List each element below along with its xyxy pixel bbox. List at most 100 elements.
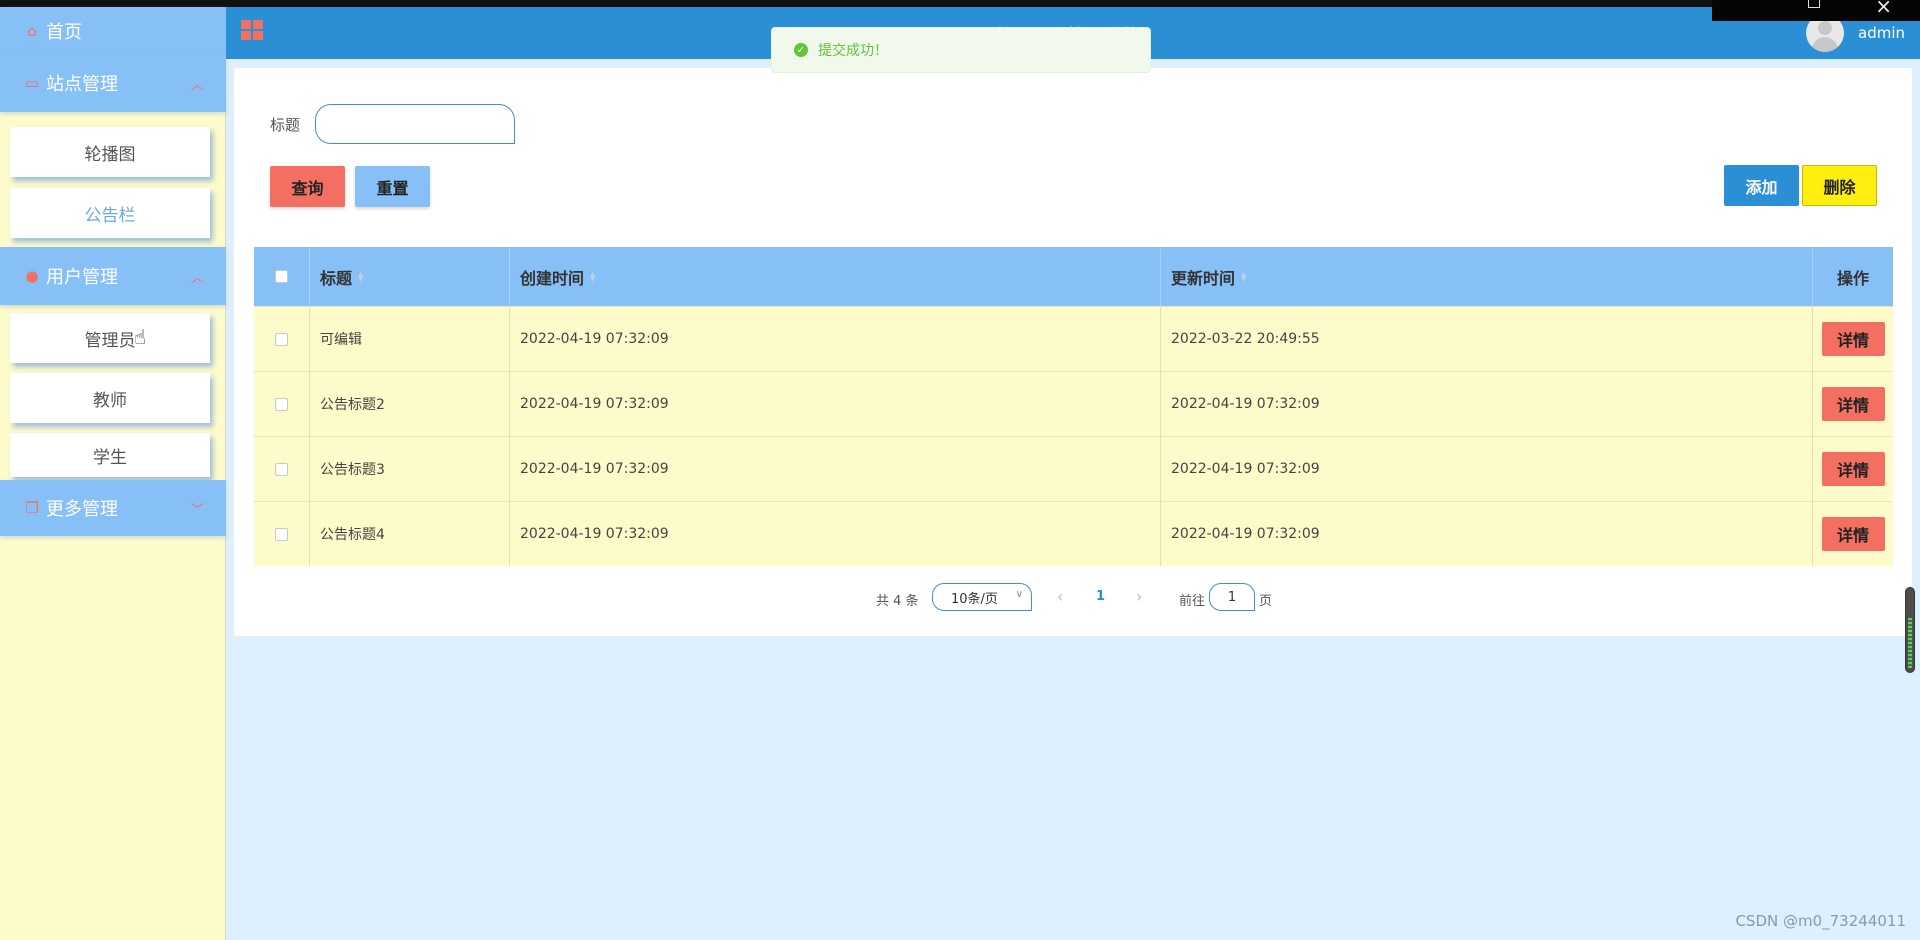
reset-button[interactable]: 重置: [355, 166, 430, 207]
next-page-icon[interactable]: ›: [1136, 587, 1142, 606]
sidebar-group-label: 用户管理: [46, 267, 118, 288]
page-suffix: 页: [1259, 594, 1273, 609]
row-select-cell: [254, 307, 310, 371]
sort-icon[interactable]: ▲ ▼: [1241, 270, 1246, 282]
sidebar-group-label: 更多管理: [46, 499, 118, 520]
table-row: 公告标题4 2022-04-19 07:32:09 2022-04-19 07:…: [254, 501, 1893, 566]
add-button[interactable]: 添加: [1724, 165, 1799, 206]
row-select-cell: [254, 437, 310, 501]
cell-updated: 2022-04-19 07:32:09: [1161, 502, 1813, 566]
monitor-icon: ▭: [24, 74, 40, 92]
sidebar-item-label: 教师: [93, 390, 127, 411]
title-search-input[interactable]: [315, 104, 515, 144]
select-all-checkbox[interactable]: [275, 270, 288, 283]
check-circle-icon: ✓: [794, 43, 808, 57]
cell-action: 详情: [1813, 307, 1893, 371]
chevron-up-icon: ︿: [190, 77, 204, 93]
row-checkbox[interactable]: [275, 462, 288, 476]
query-button[interactable]: 查询: [270, 166, 345, 207]
home-icon: ⌂: [27, 21, 37, 40]
goto-page-input[interactable]: 1: [1209, 583, 1255, 611]
main-panel: 标题 查询 重置 添加 删除 标题 ▲ ▼ 创建时间 ▲ ▼ 更新时间 ▲ ▼ 操作 可编辑…: [234, 68, 1912, 636]
row-select-cell: [254, 502, 310, 566]
column-header-created[interactable]: 创建时间 ▲ ▼: [510, 247, 1161, 306]
column-header-action: 操作: [1813, 247, 1893, 306]
chevron-down-icon: ﹀: [190, 502, 204, 518]
sidebar-item-home[interactable]: ⌂ 首页: [0, 7, 226, 54]
menu-grid-icon[interactable]: [241, 20, 263, 40]
cell-action: 详情: [1813, 372, 1893, 436]
toast-message: 提交成功！: [818, 43, 888, 59]
cell-created: 2022-04-19 07:32:09: [510, 307, 1161, 371]
cell-created: 2022-04-19 07:32:09: [510, 437, 1161, 501]
sidebar-item-label: 管理员: [84, 330, 136, 351]
column-header-title[interactable]: 标题 ▲ ▼: [310, 247, 510, 306]
chevron-up-icon: ︿: [190, 270, 204, 286]
username[interactable]: admin: [1858, 24, 1905, 42]
column-label: 更新时间: [1171, 268, 1236, 288]
detail-button[interactable]: 详情: [1821, 452, 1885, 486]
sidebar-group-site[interactable]: ▭ 站点管理 ︿: [0, 54, 226, 112]
sidebar-group-label: 站点管理: [46, 74, 118, 95]
sort-icon[interactable]: ▲ ▼: [358, 270, 363, 282]
sidebar-item-admin[interactable]: 管理员: [10, 313, 210, 363]
page-number[interactable]: 1: [1096, 589, 1105, 604]
cell-created: 2022-04-19 07:32:09: [510, 372, 1161, 436]
sidebar: ⌂ 首页 ▭ 站点管理 ︿ 轮播图 公告栏 ● 用户管理 ︿ 管理员 教师 学生…: [0, 7, 226, 940]
column-label: 创建时间: [520, 268, 585, 288]
user-icon: ●: [25, 267, 39, 285]
column-label: 标题: [320, 268, 353, 288]
notice-table: 标题 ▲ ▼ 创建时间 ▲ ▼ 更新时间 ▲ ▼ 操作 可编辑 2022-04-19 07:…: [254, 247, 1893, 566]
sidebar-item-student[interactable]: 学生: [10, 433, 210, 477]
sidebar-item-carousel[interactable]: 轮播图: [10, 127, 210, 177]
window-controls: ×: [1712, 0, 1920, 21]
success-toast: ✓ 提交成功！: [771, 27, 1151, 73]
table-row: 公告标题2 2022-04-19 07:32:09 2022-04-19 07:…: [254, 371, 1893, 436]
search-label: 标题: [270, 116, 301, 134]
page-size-select[interactable]: 10条/页 ∨: [932, 583, 1032, 611]
window-top-strip: [0, 0, 1920, 7]
cell-title: 公告标题3: [310, 437, 510, 501]
cell-action: 详情: [1813, 437, 1893, 501]
select-all-cell: [254, 247, 310, 306]
cell-title: 公告标题4: [310, 502, 510, 566]
sidebar-item-notice[interactable]: 公告栏: [10, 188, 210, 238]
cell-updated: 2022-04-19 07:32:09: [1161, 372, 1813, 436]
total-count: 共 4 条: [876, 594, 919, 609]
sidebar-item-teacher[interactable]: 教师: [10, 373, 210, 423]
cell-updated: 2022-03-22 20:49:55: [1161, 307, 1813, 371]
restore-icon[interactable]: [1808, 0, 1820, 8]
row-checkbox[interactable]: [275, 527, 288, 541]
goto-label: 前往: [1179, 594, 1206, 609]
cell-title: 公告标题2: [310, 372, 510, 436]
detail-button[interactable]: 详情: [1821, 517, 1885, 551]
sidebar-group-users[interactable]: ● 用户管理 ︿: [0, 247, 226, 305]
delete-button[interactable]: 删除: [1802, 165, 1877, 206]
prev-page-icon[interactable]: ‹: [1057, 587, 1063, 606]
scroll-handle[interactable]: [1905, 587, 1915, 673]
row-checkbox[interactable]: [275, 397, 288, 411]
copy-icon: ❐: [25, 499, 39, 517]
detail-button[interactable]: 详情: [1821, 322, 1885, 356]
chevron-down-icon: ∨: [1015, 589, 1023, 600]
sort-icon[interactable]: ▲ ▼: [590, 270, 595, 282]
table-header: 标题 ▲ ▼ 创建时间 ▲ ▼ 更新时间 ▲ ▼ 操作: [254, 247, 1893, 306]
cell-title: 可编辑: [310, 307, 510, 371]
mouse-cursor-icon: ☝: [134, 325, 147, 349]
sidebar-item-label: 轮播图: [84, 144, 136, 165]
pagination: 共 4 条 10条/页 ∨ ‹ 1 › 前往 1 页: [234, 583, 1912, 613]
cell-action: 详情: [1813, 502, 1893, 566]
column-header-updated[interactable]: 更新时间 ▲ ▼: [1161, 247, 1813, 306]
page-size-value: 10条/页: [951, 591, 998, 607]
row-select-cell: [254, 372, 310, 436]
column-label: 操作: [1836, 268, 1869, 288]
sidebar-item-label: 学生: [93, 447, 127, 468]
cell-updated: 2022-04-19 07:32:09: [1161, 437, 1813, 501]
sidebar-item-label: 公告栏: [84, 205, 136, 226]
sidebar-group-more[interactable]: ❐ 更多管理 ﹀: [0, 480, 226, 536]
table-row: 公告标题3 2022-04-19 07:32:09 2022-04-19 07:…: [254, 436, 1893, 501]
detail-button[interactable]: 详情: [1821, 387, 1885, 421]
row-checkbox[interactable]: [275, 332, 288, 346]
cell-created: 2022-04-19 07:32:09: [510, 502, 1161, 566]
close-icon[interactable]: ×: [1875, 0, 1892, 16]
